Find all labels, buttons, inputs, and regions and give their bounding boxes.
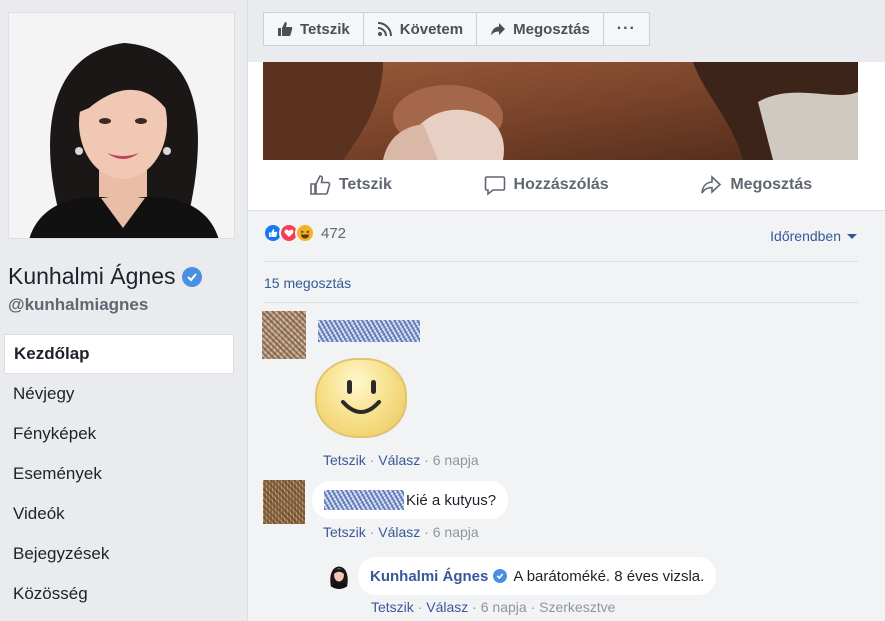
comment-like-link[interactable]: Tetszik	[323, 452, 366, 468]
comment-bubble: Kié a kutyus?	[312, 481, 509, 519]
post-share-label: Megosztás	[730, 176, 813, 193]
post-like-label: Tetszik	[338, 176, 392, 193]
caret-down-icon	[847, 233, 857, 239]
separator-dot: ·	[417, 599, 423, 615]
post-share-button[interactable]: Megosztás	[700, 174, 812, 196]
nav-item-community[interactable]: Közösség	[4, 574, 234, 614]
rss-icon	[377, 22, 392, 37]
separator-dot: ·	[369, 524, 375, 540]
commenter-avatar[interactable]	[263, 480, 305, 524]
comment-meta: Tetszik · Válasz · 6 napja	[323, 524, 479, 540]
verified-badge-icon	[181, 266, 202, 287]
post-photo[interactable]	[263, 62, 858, 160]
commenter-name-redacted[interactable]	[324, 490, 404, 510]
reply-author-name[interactable]: Kunhalmi Ágnes	[370, 568, 488, 585]
comment-like-link[interactable]: Tetszik	[323, 524, 366, 540]
haha-reaction-icon	[295, 223, 315, 243]
page-follow-label: Követem	[399, 20, 464, 38]
nav-item-videos[interactable]: Videók	[4, 494, 234, 534]
verified-badge-icon	[493, 569, 508, 583]
comment-reply-link[interactable]: Válasz	[378, 452, 420, 468]
nav-item-home[interactable]: Kezdőlap	[4, 334, 234, 374]
page-title[interactable]: Kunhalmi Ágnes	[8, 263, 202, 290]
reply-avatar[interactable]	[326, 563, 352, 589]
reply-text: A barátoméké. 8 éves vizsla.	[513, 567, 705, 585]
page-share-button[interactable]: Megosztás	[477, 13, 604, 45]
reply-meta: Tetszik · Válasz · 6 napja · Szerkesztve	[371, 599, 615, 615]
thumbs-up-outline-icon	[310, 175, 331, 195]
separator-dot: ·	[424, 524, 429, 540]
page-nav: Kezdőlap Névjegy Fényképek Események Vid…	[4, 334, 234, 614]
more-options-button[interactable]: ···	[604, 13, 649, 45]
nav-item-about[interactable]: Névjegy	[4, 374, 234, 414]
thumbs-up-icon	[278, 22, 293, 36]
share-count-link[interactable]: 15 megosztás	[264, 275, 351, 291]
page-actions: Tetszik Követem Megosztás ···	[263, 12, 650, 46]
comment-text: Kié a kutyus?	[406, 491, 497, 509]
comment-meta: Tetszik · Válasz · 6 napja	[323, 452, 479, 468]
separator-dot: ·	[530, 599, 536, 615]
nav-item-posts[interactable]: Bejegyzések	[4, 534, 234, 574]
post-comment-button[interactable]: Hozzászólás	[484, 174, 609, 196]
commenter-name-redacted[interactable]	[318, 320, 420, 342]
reaction-count: 472	[321, 224, 347, 242]
left-column: Kunhalmi Ágnes @kunhalmiagnes Kezdőlap N…	[0, 0, 248, 621]
more-dots-icon: ···	[616, 20, 636, 37]
page-handle[interactable]: @kunhalmiagnes	[8, 295, 148, 315]
page-like-button[interactable]: Tetszik	[264, 13, 364, 45]
post-comment-label: Hozzászólás	[513, 176, 609, 193]
post-like-button[interactable]: Tetszik	[309, 174, 392, 196]
smiley-sticker-icon	[315, 358, 407, 438]
post-action-bar: Tetszik Hozzászólás Megosztás	[263, 164, 858, 206]
reply-reply-link[interactable]: Válasz	[426, 599, 468, 615]
comment-timestamp[interactable]: 6 napja	[433, 524, 479, 540]
separator-dot: ·	[472, 599, 477, 615]
page-name[interactable]: Kunhalmi Ágnes	[8, 263, 176, 290]
divider	[263, 261, 858, 262]
reactions-summary[interactable]: 472	[263, 223, 346, 243]
share-arrow-icon	[491, 23, 506, 36]
commenter-avatar[interactable]	[262, 311, 306, 359]
sort-label: Időrendben	[770, 228, 841, 244]
divider	[263, 302, 858, 303]
comment-reply-link[interactable]: Válasz	[378, 524, 420, 540]
reply-timestamp[interactable]: 6 napja	[481, 599, 527, 615]
reply-bubble: Kunhalmi Ágnes A barátoméké. 8 éves vizs…	[358, 557, 717, 595]
profile-picture[interactable]	[8, 12, 235, 239]
nav-item-events[interactable]: Események	[4, 454, 234, 494]
separator-dot: ·	[369, 452, 375, 468]
page-share-label: Megosztás	[513, 20, 590, 38]
nav-item-photos[interactable]: Fényképek	[4, 414, 234, 454]
page-like-label: Tetszik	[300, 20, 350, 38]
edited-label[interactable]: Szerkesztve	[539, 599, 615, 615]
separator-dot: ·	[424, 452, 429, 468]
comment-icon	[484, 176, 505, 196]
page-follow-button[interactable]: Követem	[364, 13, 478, 45]
share-icon	[701, 175, 722, 194]
comment-timestamp[interactable]: 6 napja	[433, 452, 479, 468]
comment-sort-dropdown[interactable]: Időrendben	[770, 228, 857, 244]
reply-like-link[interactable]: Tetszik	[371, 599, 414, 615]
